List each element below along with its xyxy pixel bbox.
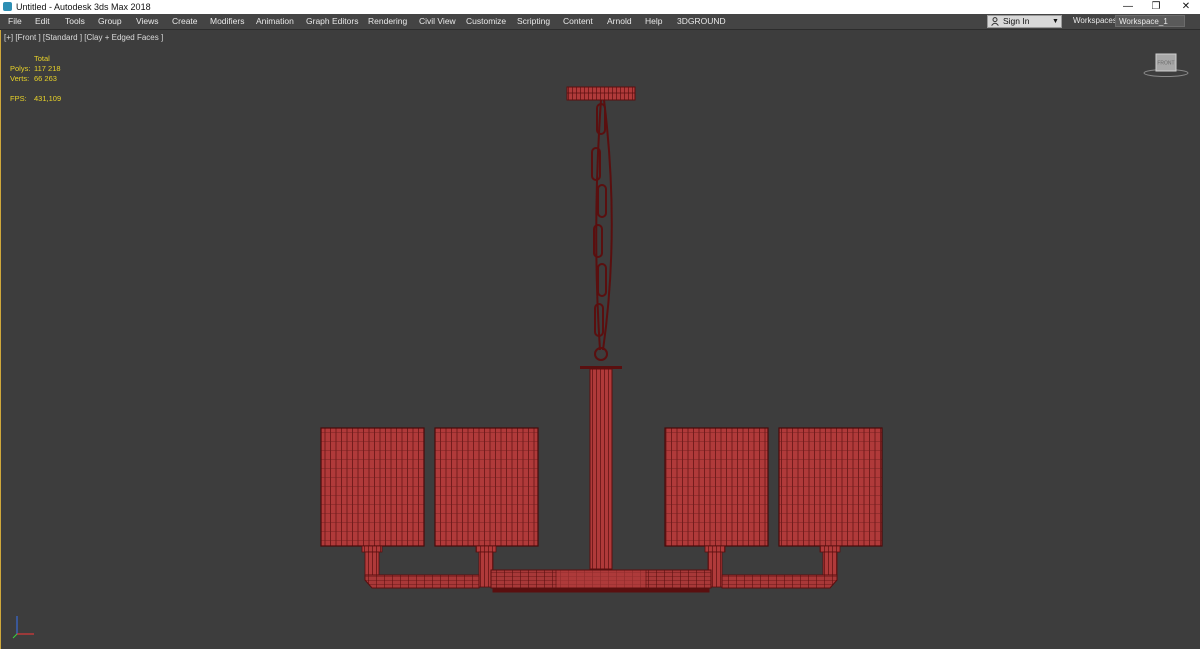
lamp-shade-1 [320, 427, 425, 547]
lamp-arms [364, 569, 838, 593]
chandelier-model[interactable] [0, 0, 1200, 649]
lamp-shade-4 [778, 427, 883, 547]
chain [591, 99, 613, 361]
app-window: Untitled - Autodesk 3ds Max 2018 — ❐ ✕ F… [0, 0, 1200, 649]
lamp-shade-2 [434, 427, 539, 547]
central-stem [580, 366, 622, 570]
lamp-shade-3 [664, 427, 769, 547]
ceiling-canopy [566, 86, 636, 101]
axis-tripod-icon [12, 616, 34, 639]
